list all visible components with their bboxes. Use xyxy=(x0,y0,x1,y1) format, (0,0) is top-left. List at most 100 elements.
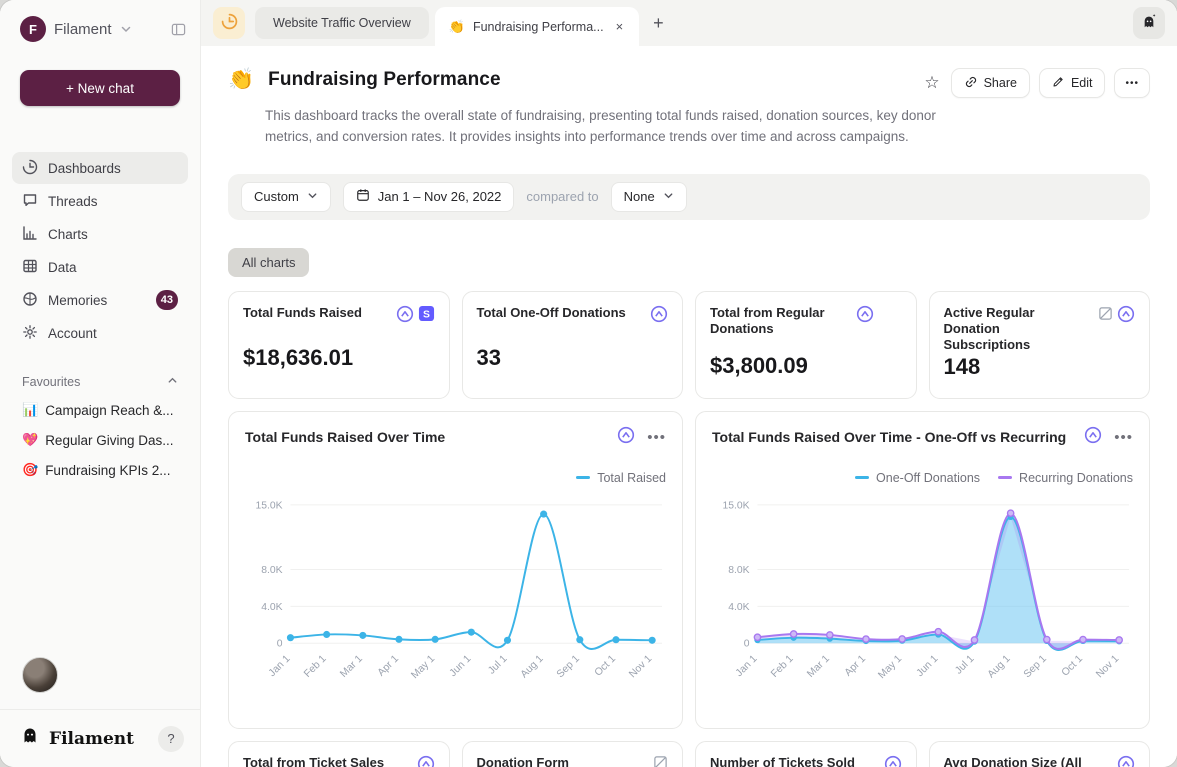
sidebar-item-account[interactable]: Account xyxy=(12,317,188,349)
favourite-item-campaign-reach[interactable]: 📊 Campaign Reach &... xyxy=(12,395,188,425)
kpi-card-total-ticket-sales[interactable]: Total from Ticket Sales xyxy=(228,741,450,767)
legend-dash xyxy=(998,476,1012,479)
close-tab-icon[interactable]: × xyxy=(612,17,628,36)
help-button[interactable]: ? xyxy=(158,726,184,752)
calendar-icon xyxy=(356,188,370,205)
sidebar-item-dashboards[interactable]: Dashboards xyxy=(12,152,188,184)
main-area: Website Traffic Overview 👏 Fundraising P… xyxy=(201,0,1177,767)
more-options-button[interactable]: ••• xyxy=(1114,68,1150,98)
svg-text:Feb 1: Feb 1 xyxy=(769,653,796,680)
svg-text:Aug 1: Aug 1 xyxy=(519,653,546,680)
sidebar-item-charts[interactable]: Charts xyxy=(12,218,188,250)
kpi-card-active-regular-subscriptions[interactable]: Active Regular Donation Subscriptions 14… xyxy=(929,291,1151,399)
svg-text:Mar 1: Mar 1 xyxy=(338,653,365,680)
kpi-value: $3,800.09 xyxy=(710,353,902,379)
kpi-row: Total Funds Raised S $18,636.01 Total On… xyxy=(228,291,1150,399)
chart-source-icon xyxy=(417,755,435,767)
all-charts-chip[interactable]: All charts xyxy=(228,248,309,277)
new-tab-button[interactable]: + xyxy=(653,13,664,34)
svg-text:Jun 1: Jun 1 xyxy=(448,653,474,679)
chart-legend: Total Raised xyxy=(245,471,666,485)
tab-bar: Website Traffic Overview 👏 Fundraising P… xyxy=(201,0,1177,46)
chart-more-options-icon[interactable]: ••• xyxy=(647,429,666,446)
sidebar-item-label: Memories xyxy=(48,293,146,308)
kpi-title: Number of Tickets Sold xyxy=(710,755,878,767)
legend-dash xyxy=(576,476,590,479)
chart-legend: One-Off Donations Recurring Donations xyxy=(712,471,1133,485)
chart-source-icon[interactable] xyxy=(1084,426,1102,449)
compared-to-label: compared to xyxy=(526,189,598,204)
kpi-value: 148 xyxy=(944,354,1136,380)
legend-label: Recurring Donations xyxy=(1019,471,1133,485)
kpi-card-total-one-off-donations[interactable]: Total One-Off Donations 33 xyxy=(462,291,684,399)
legend-label: Total Raised xyxy=(597,471,666,485)
area-chart[interactable]: 04.0K8.0K15.0KJan 1Feb 1Mar 1Apr 1May 1J… xyxy=(712,495,1133,705)
svg-text:0: 0 xyxy=(277,639,283,650)
sidebar-item-label: Threads xyxy=(48,194,178,209)
range-type-value: Custom xyxy=(254,189,299,204)
sidebar-item-data[interactable]: Data xyxy=(12,251,188,283)
sidebar-item-memories[interactable]: Memories 43 xyxy=(12,284,188,316)
kpi-title: Avg Donation Size (All xyxy=(944,755,1112,767)
memories-count-badge: 43 xyxy=(156,290,178,310)
dashboards-tab-icon-button[interactable] xyxy=(213,7,245,39)
assistant-ghost-button[interactable] xyxy=(1133,7,1165,39)
bar-chart-emoji-icon: 📊 xyxy=(22,402,38,418)
target-emoji-icon: 🎯 xyxy=(22,462,38,478)
legend-dash xyxy=(855,476,869,479)
svg-text:Jul 1: Jul 1 xyxy=(486,653,509,676)
svg-text:Nov 1: Nov 1 xyxy=(627,653,654,680)
kpi-card-number-of-tickets-sold[interactable]: Number of Tickets Sold xyxy=(695,741,917,767)
ghost-icon xyxy=(1140,13,1158,34)
favourite-item-fundraising-kpis[interactable]: 🎯 Fundraising KPIs 2... xyxy=(12,455,188,485)
svg-text:15.0K: 15.0K xyxy=(722,500,749,511)
chart-card-total-funds-over-time: Total Funds Raised Over Time ••• Total R… xyxy=(228,411,683,729)
workspace-switcher[interactable]: F Filament xyxy=(0,0,200,52)
svg-text:4.0K: 4.0K xyxy=(728,602,749,613)
page-description: This dashboard tracks the overall state … xyxy=(265,106,965,148)
favourites-header[interactable]: Favourites xyxy=(22,375,178,389)
date-range-button[interactable]: Jan 1 – Nov 26, 2022 xyxy=(343,182,515,212)
filter-bar: Custom Jan 1 – Nov 26, 2022 compared to … xyxy=(228,174,1150,220)
clapping-hands-emoji: 👏 xyxy=(228,68,254,92)
favourites-label: Favourites xyxy=(22,375,80,389)
chart-more-options-icon[interactable]: ••• xyxy=(1114,429,1133,446)
tab-website-traffic-overview[interactable]: Website Traffic Overview xyxy=(255,7,429,39)
tab-fundraising-performance[interactable]: 👏 Fundraising Performa... × xyxy=(435,7,639,46)
legend-item[interactable]: Total Raised xyxy=(576,471,666,485)
collapse-sidebar-icon[interactable] xyxy=(171,22,186,37)
range-type-dropdown[interactable]: Custom xyxy=(241,182,331,212)
legend-item[interactable]: Recurring Donations xyxy=(998,471,1133,485)
kpi-card-total-funds-raised[interactable]: Total Funds Raised S $18,636.01 xyxy=(228,291,450,399)
chart-card-oneoff-vs-recurring: Total Funds Raised Over Time - One-Off v… xyxy=(695,411,1150,729)
user-avatar[interactable] xyxy=(22,657,58,693)
chart-source-icon xyxy=(1117,305,1135,328)
svg-text:Oct 1: Oct 1 xyxy=(593,653,618,678)
chevron-down-icon[interactable] xyxy=(120,23,132,35)
chart-title: Total Funds Raised Over Time - One-Off v… xyxy=(712,429,1084,445)
svg-text:8.0K: 8.0K xyxy=(261,565,282,576)
share-button[interactable]: Share xyxy=(951,68,1030,98)
sidebar-item-label: Data xyxy=(48,260,178,275)
brain-icon xyxy=(22,291,38,310)
line-chart[interactable]: 04.0K8.0K15.0KJan 1Feb 1Mar 1Apr 1May 1J… xyxy=(245,495,666,705)
kpi-card-total-regular-donations[interactable]: Total from Regular Donations $3,800.09 xyxy=(695,291,917,399)
favourite-star-icon[interactable]: ☆ xyxy=(922,71,941,95)
kpi-card-avg-donation-size[interactable]: Avg Donation Size (All xyxy=(929,741,1151,767)
favourite-item-regular-giving[interactable]: 💖 Regular Giving Das... xyxy=(12,425,188,455)
sidebar-item-label: Dashboards xyxy=(48,161,178,176)
kpi-title: Total from Ticket Sales xyxy=(243,755,411,767)
svg-text:Feb 1: Feb 1 xyxy=(302,653,329,680)
svg-text:Aug 1: Aug 1 xyxy=(986,653,1013,680)
link-icon xyxy=(964,75,978,92)
kpi-card-donation-form-conversion[interactable]: Donation Form Conversion xyxy=(462,741,684,767)
chart-source-icon[interactable] xyxy=(617,426,635,449)
new-chat-button[interactable]: + New chat xyxy=(20,70,180,106)
compare-dropdown[interactable]: None xyxy=(611,182,687,212)
legend-item[interactable]: One-Off Donations xyxy=(855,471,980,485)
sidebar-item-threads[interactable]: Threads xyxy=(12,185,188,217)
svg-text:Apr 1: Apr 1 xyxy=(376,653,401,678)
svg-text:4.0K: 4.0K xyxy=(261,602,282,613)
chart-source-icon xyxy=(650,305,668,328)
edit-button[interactable]: Edit xyxy=(1039,68,1106,98)
